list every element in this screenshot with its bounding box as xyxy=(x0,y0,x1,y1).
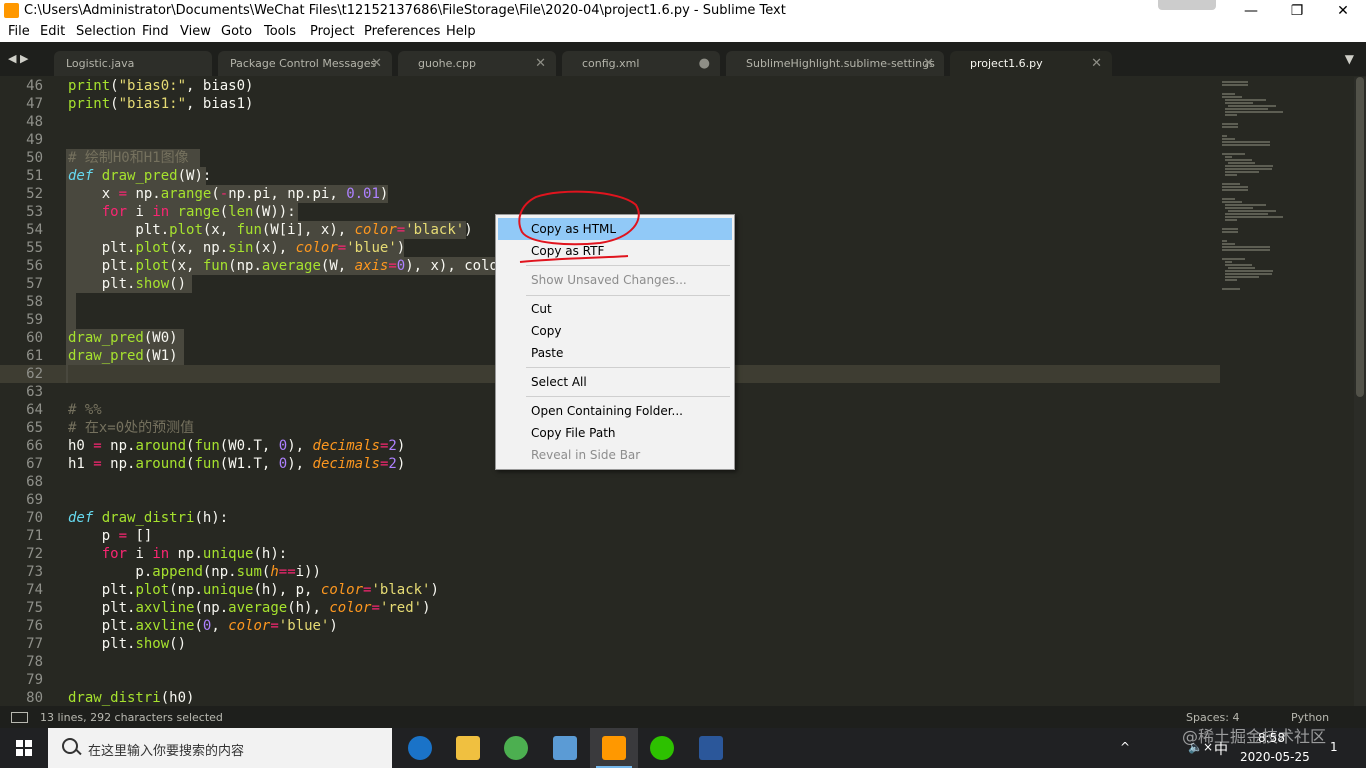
tray-chevron-icon[interactable]: ^ xyxy=(1120,740,1130,754)
browser-icon[interactable] xyxy=(492,728,540,768)
edge-icon[interactable] xyxy=(396,728,444,768)
windows-logo-icon xyxy=(16,740,32,756)
control-panel-icon[interactable] xyxy=(541,728,589,768)
status-bar: 13 lines, 292 characters selected Spaces… xyxy=(0,706,1366,728)
windows-taskbar: 在这里输入你要搜索的内容 ^ 🔈× 中 8:58 2020-05-25 1 xyxy=(0,728,1366,768)
wechat-icon[interactable] xyxy=(638,728,686,768)
search-placeholder: 在这里输入你要搜索的内容 xyxy=(88,744,245,759)
panel-toggle-icon[interactable] xyxy=(11,712,28,723)
taskbar-search-box[interactable]: 在这里输入你要搜索的内容 xyxy=(48,728,392,768)
start-button[interactable] xyxy=(0,728,48,768)
word-icon[interactable] xyxy=(687,728,735,768)
notification-icon[interactable]: 1 xyxy=(1330,740,1338,754)
sublime-text-icon[interactable] xyxy=(590,728,638,768)
clock-date[interactable]: 2020-05-25 xyxy=(1240,750,1310,764)
red-annotation-marks xyxy=(518,190,640,263)
watermark: @稀土掘金技术社区 xyxy=(1182,727,1327,746)
selection-status: 13 lines, 292 characters selected xyxy=(40,711,223,724)
search-icon xyxy=(62,738,78,754)
file-explorer-icon[interactable] xyxy=(444,728,492,768)
